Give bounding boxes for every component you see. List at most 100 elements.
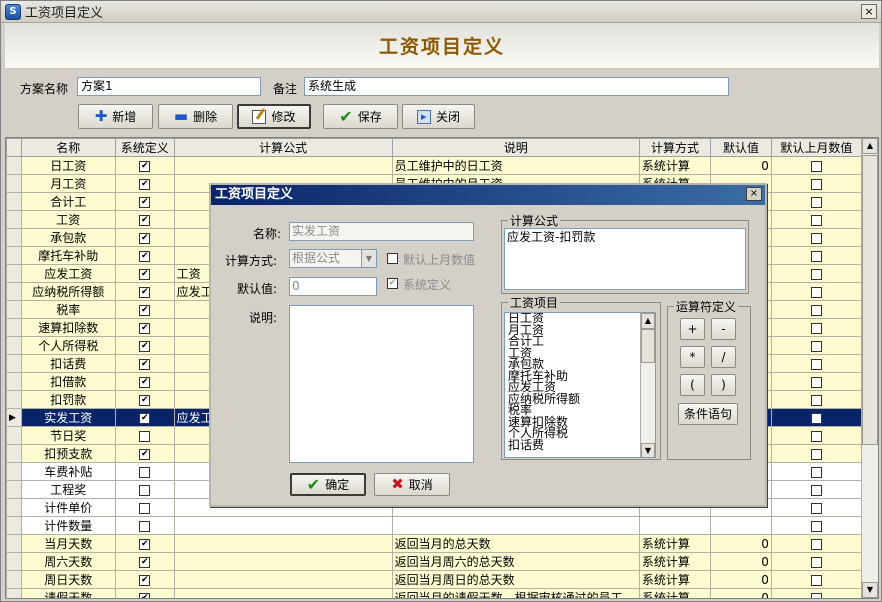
- table-row[interactable]: 周六天数 ✔ 返回当月周六的总天数 系统计算 0: [6, 552, 863, 571]
- checkbox[interactable]: ✔: [139, 538, 151, 550]
- cell-system-defined[interactable]: [114, 480, 175, 499]
- column-header[interactable]: 计算方式: [638, 138, 712, 157]
- minus-operator-button[interactable]: -: [711, 318, 736, 340]
- cell-description[interactable]: 返回当月周六的总天数: [391, 552, 640, 571]
- column-header[interactable]: 名称: [20, 138, 116, 157]
- row-indicator[interactable]: [6, 372, 22, 391]
- checkbox[interactable]: ✔: [139, 376, 151, 388]
- checkbox[interactable]: [810, 430, 822, 442]
- cell-name[interactable]: 周日天数: [20, 570, 116, 589]
- cell-name[interactable]: 请假天数: [20, 588, 116, 598]
- checkbox[interactable]: [810, 520, 822, 532]
- row-indicator[interactable]: [6, 462, 22, 481]
- cell-default[interactable]: 0: [710, 552, 772, 571]
- column-header[interactable]: 计算公式: [173, 138, 393, 157]
- checkbox[interactable]: ✔: [139, 160, 151, 172]
- cell-default[interactable]: 0: [710, 534, 772, 553]
- row-indicator[interactable]: [6, 228, 22, 247]
- cell-system-defined[interactable]: ✔: [114, 552, 175, 571]
- cell-name[interactable]: 扣借款: [20, 372, 116, 391]
- checkbox[interactable]: [810, 340, 822, 352]
- cell-system-defined[interactable]: [114, 462, 175, 481]
- cell-name[interactable]: 摩托车补助: [20, 246, 116, 265]
- delete-button[interactable]: ▬ 删除: [158, 104, 233, 129]
- cell-use-prev-month[interactable]: [770, 228, 863, 247]
- checkbox[interactable]: [810, 448, 822, 460]
- cell-method[interactable]: 系统计算: [638, 534, 712, 553]
- cell-name[interactable]: 扣预支款: [20, 444, 116, 463]
- cell-system-defined[interactable]: [114, 516, 175, 535]
- checkbox[interactable]: [139, 484, 151, 496]
- cell-description[interactable]: 返回当月周日的总天数: [391, 570, 640, 589]
- cell-description[interactable]: 返回当月的总天数: [391, 534, 640, 553]
- cell-default[interactable]: 0: [710, 156, 772, 175]
- checkbox[interactable]: [810, 304, 822, 316]
- cell-description[interactable]: 员工维护中的日工资: [391, 156, 640, 175]
- dialog-desc-field[interactable]: [289, 305, 474, 463]
- row-indicator[interactable]: ▶: [6, 408, 22, 427]
- row-indicator[interactable]: [6, 354, 22, 373]
- checkbox[interactable]: [810, 538, 822, 550]
- checkbox[interactable]: ✔: [139, 196, 151, 208]
- cell-name[interactable]: 当月天数: [20, 534, 116, 553]
- checkbox[interactable]: [810, 466, 822, 478]
- row-indicator[interactable]: [6, 264, 22, 283]
- checkbox[interactable]: ✔: [139, 340, 151, 352]
- checkbox[interactable]: [810, 412, 822, 424]
- checkbox[interactable]: ✔: [139, 286, 151, 298]
- row-indicator[interactable]: [6, 498, 22, 517]
- cell-system-defined[interactable]: ✔: [114, 246, 175, 265]
- scroll-up-arrow-icon[interactable]: ▲: [862, 138, 878, 154]
- scroll-down-arrow-icon[interactable]: ▼: [641, 443, 655, 457]
- cell-system-defined[interactable]: ✔: [114, 534, 175, 553]
- cell-use-prev-month[interactable]: [770, 516, 863, 535]
- column-header[interactable]: 说明: [391, 138, 640, 157]
- dialog-sysdef-checkbox[interactable]: ✔: [387, 278, 398, 289]
- cell-use-prev-month[interactable]: [770, 246, 863, 265]
- row-indicator[interactable]: [6, 516, 22, 535]
- cell-use-prev-month[interactable]: [770, 426, 863, 445]
- checkbox[interactable]: ✔: [139, 448, 151, 460]
- note-field[interactable]: 系统生成: [304, 77, 729, 96]
- checkbox[interactable]: [810, 268, 822, 280]
- cell-name[interactable]: 扣话费: [20, 354, 116, 373]
- checkbox[interactable]: [810, 214, 822, 226]
- cell-formula[interactable]: [173, 156, 393, 175]
- cell-system-defined[interactable]: ✔: [114, 408, 175, 427]
- cell-name[interactable]: 日工资: [20, 156, 116, 175]
- cell-method[interactable]: 系统计算: [638, 552, 712, 571]
- cell-use-prev-month[interactable]: [770, 480, 863, 499]
- cell-use-prev-month[interactable]: [770, 390, 863, 409]
- row-indicator[interactable]: [6, 156, 22, 175]
- cell-default[interactable]: [710, 516, 772, 535]
- checkbox[interactable]: ✔: [139, 268, 151, 280]
- checkbox[interactable]: ✔: [139, 214, 151, 226]
- cell-system-defined[interactable]: ✔: [114, 372, 175, 391]
- checkbox[interactable]: ✔: [139, 574, 151, 586]
- cell-use-prev-month[interactable]: [770, 318, 863, 337]
- row-indicator[interactable]: [6, 570, 22, 589]
- cell-name[interactable]: 工程奖: [20, 480, 116, 499]
- checkbox[interactable]: ✔: [139, 412, 151, 424]
- cell-use-prev-month[interactable]: [770, 210, 863, 229]
- checkbox[interactable]: ✔: [139, 322, 151, 334]
- cell-name[interactable]: 承包款: [20, 228, 116, 247]
- checkbox[interactable]: [810, 592, 822, 598]
- row-indicator[interactable]: [6, 210, 22, 229]
- cell-system-defined[interactable]: [114, 498, 175, 517]
- row-indicator[interactable]: [6, 444, 22, 463]
- close-button[interactable]: 关闭: [402, 104, 475, 129]
- cell-system-defined[interactable]: ✔: [114, 570, 175, 589]
- cell-use-prev-month[interactable]: [770, 264, 863, 283]
- close-paren-button[interactable]: ): [711, 374, 736, 396]
- row-indicator[interactable]: [6, 588, 22, 598]
- row-indicator[interactable]: [6, 534, 22, 553]
- grid-vertical-scrollbar[interactable]: ▲ ▼: [861, 138, 878, 598]
- checkbox[interactable]: [810, 484, 822, 496]
- cell-name[interactable]: 个人所得税: [20, 336, 116, 355]
- scheme-name-field[interactable]: 方案1: [77, 77, 261, 96]
- checkbox[interactable]: ✔: [139, 250, 151, 262]
- cell-use-prev-month[interactable]: [770, 300, 863, 319]
- checkbox[interactable]: [810, 556, 822, 568]
- scrollbar-thumb[interactable]: [641, 329, 655, 363]
